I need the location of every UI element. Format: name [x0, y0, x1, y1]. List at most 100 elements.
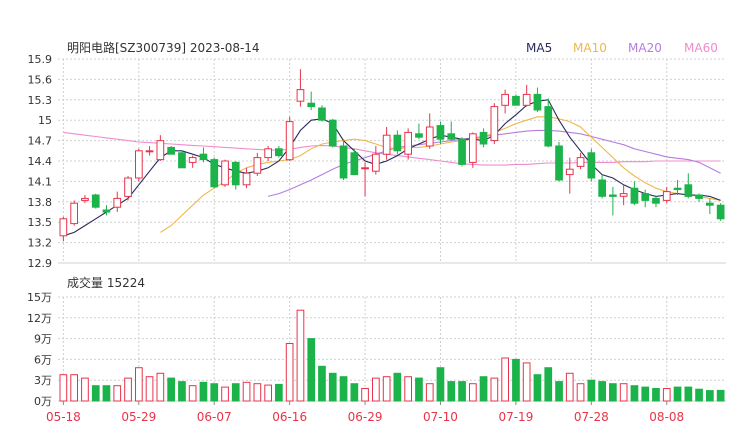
candle-down: [673, 187, 682, 191]
volume-bar: [167, 377, 176, 402]
candle-up: [490, 106, 499, 142]
candle-down: [641, 193, 650, 201]
volume-bar: [512, 358, 520, 402]
volume-bar: [124, 377, 132, 402]
volume-bar: [533, 374, 542, 402]
candle-down: [609, 194, 617, 197]
volume-bar: [619, 383, 628, 402]
candle-up: [81, 197, 89, 201]
volume-bar: [361, 388, 369, 402]
candle-up: [59, 218, 68, 237]
candle-down: [706, 202, 714, 206]
volume-bar: [652, 388, 660, 402]
volume-bar: [59, 374, 68, 402]
volume-bar: [458, 381, 466, 402]
volume-bar: [135, 367, 143, 402]
candle-down: [555, 145, 563, 181]
candle-down: [328, 119, 337, 147]
volume-bar: [296, 309, 305, 402]
date-tick-label: 08-08: [649, 410, 684, 424]
candle-down: [479, 131, 488, 145]
volume-bar: [285, 343, 294, 402]
date-tick-label: 06-29: [348, 410, 383, 424]
volume-bar: [145, 376, 154, 402]
volume-tick-label: 12万: [27, 312, 52, 325]
volume-bars: [59, 309, 725, 402]
volume-bar: [630, 385, 639, 402]
volume-tick-label: 6万: [34, 353, 52, 366]
volume-tick-label: 15万: [27, 291, 52, 304]
candle-up: [361, 167, 369, 170]
legend: MA5 MA10 MA20 MA60: [526, 41, 718, 55]
volume-bar: [382, 376, 391, 402]
candle-down: [318, 107, 326, 121]
candle-down: [91, 194, 100, 208]
price-tick-label: 14.1: [28, 175, 53, 188]
candle-up: [124, 177, 132, 197]
volume-bar: [372, 377, 380, 402]
price-tick-label: 15.6: [28, 73, 53, 86]
volume-bar: [576, 383, 585, 402]
candle-up: [221, 160, 229, 186]
volume-bar: [565, 372, 574, 402]
candle-up: [662, 191, 671, 201]
candle-up: [382, 134, 391, 155]
volume-bar: [318, 365, 326, 402]
volume-bar: [102, 385, 111, 402]
chart-title: 明阳电路[SZ300739] 2023-08-14: [67, 40, 260, 55]
date-tick-label: 07-28: [574, 410, 609, 424]
volume-bar: [221, 386, 229, 402]
candle-up: [501, 93, 509, 106]
price-tick-label: 13.2: [28, 237, 53, 250]
volume-bar: [350, 383, 359, 402]
candle-down: [275, 148, 283, 157]
candle-down: [393, 134, 402, 152]
candle-down: [307, 102, 316, 108]
candle-down: [167, 146, 176, 155]
candle-up: [145, 150, 154, 153]
price-tick-label: 15.3: [28, 94, 53, 107]
candle-up: [264, 148, 272, 159]
volume-tick-label: 0万: [34, 395, 52, 408]
volume-bar: [587, 379, 596, 402]
volume-bar: [609, 383, 617, 402]
volume-bar: [662, 388, 671, 402]
volume-tick-label: 3万: [34, 374, 52, 387]
volume-bar: [264, 384, 272, 402]
volume-bar: [598, 381, 606, 402]
candle-down: [533, 93, 542, 111]
legend-ma10: MA10: [573, 41, 607, 55]
price-tick-label: 12.9: [28, 257, 53, 270]
legend-ma60: MA60: [684, 41, 718, 55]
volume-bar: [393, 372, 402, 402]
candle-up: [425, 126, 434, 147]
date-tick-label: 07-19: [498, 410, 533, 424]
candle-up: [372, 153, 380, 172]
volume-bar: [113, 385, 122, 402]
candle-up: [113, 197, 122, 208]
candle-up: [242, 172, 251, 186]
candle-up: [135, 150, 143, 179]
candle-up: [296, 89, 305, 102]
volume-bar: [231, 383, 240, 402]
volume-bar: [555, 381, 563, 402]
volume-bar: [695, 388, 703, 402]
date-tick-label: 06-07: [197, 410, 232, 424]
candle-down: [339, 145, 348, 179]
candle-up: [285, 121, 294, 161]
volume-bar: [684, 386, 693, 402]
candle-up: [565, 168, 574, 176]
candle-down: [210, 159, 219, 188]
volume-bar: [188, 385, 197, 402]
volume-bar: [469, 383, 477, 402]
price-tick-label: 13.8: [28, 196, 53, 209]
candle-down: [544, 106, 553, 147]
legend-ma20: MA20: [628, 41, 662, 55]
volume-bar: [81, 377, 89, 402]
candle-up: [522, 93, 531, 106]
volume-bar: [339, 376, 348, 402]
price-tick-label: 15.9: [28, 53, 53, 66]
price-tick-label: 14.7: [28, 135, 53, 148]
candle-up: [188, 157, 197, 163]
volume-bar: [436, 367, 445, 402]
